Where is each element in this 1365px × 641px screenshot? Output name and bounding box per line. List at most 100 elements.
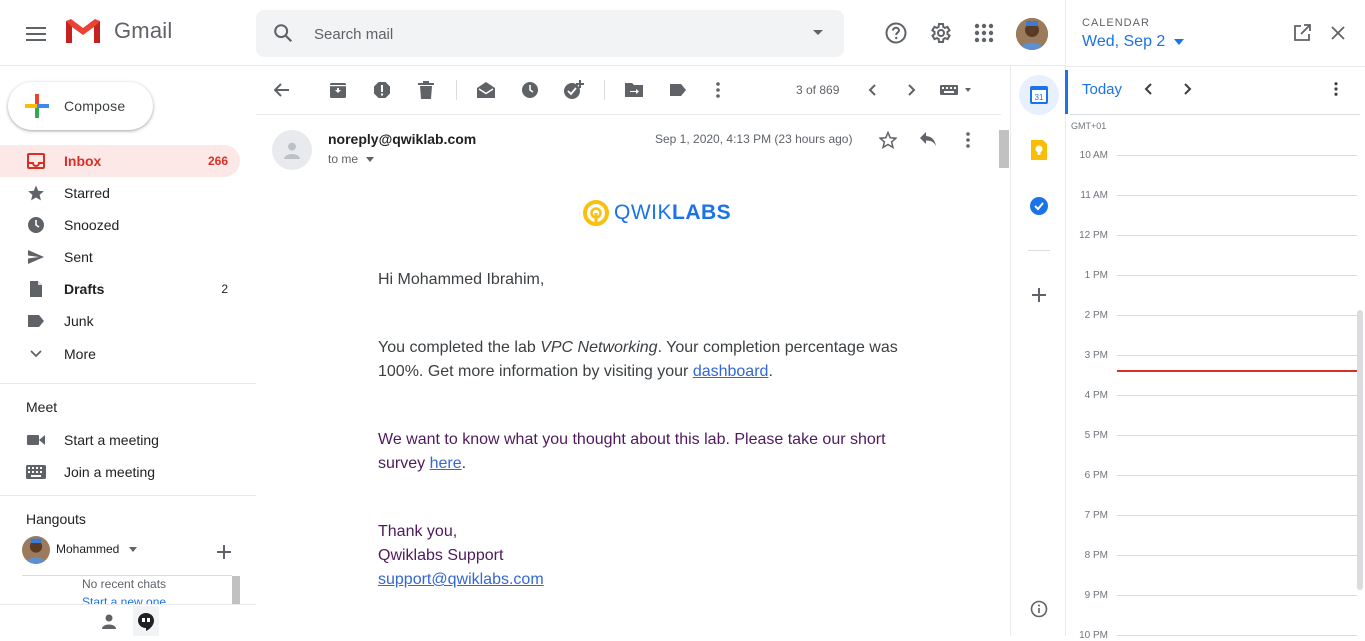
hour-label: 8 PM: [1084, 550, 1108, 561]
hangouts-section-title: Hangouts: [26, 511, 86, 527]
logo-text-qwik: QWIK: [614, 201, 672, 224]
sidebar-item-drafts[interactable]: Drafts 2: [0, 273, 240, 305]
previous-day-button[interactable]: [1144, 83, 1158, 97]
hour-label: 1 PM: [1084, 270, 1108, 281]
hangouts-quote-icon: [138, 613, 154, 631]
snooze-button[interactable]: [518, 78, 542, 102]
sidebar-item-starred[interactable]: Starred: [0, 177, 240, 209]
recipient-details[interactable]: to me: [328, 152, 375, 166]
account-avatar[interactable]: [1016, 18, 1048, 50]
clock-icon: [522, 82, 538, 98]
hour-gridline: [1117, 355, 1357, 356]
search-icon[interactable]: [272, 22, 294, 44]
support-button[interactable]: [879, 16, 913, 50]
hour-gridline: [1117, 155, 1357, 156]
message-more-button[interactable]: [956, 128, 980, 152]
support-email-link[interactable]: support@qwiklabs.com: [378, 571, 544, 588]
open-in-new-tab-button[interactable]: [1293, 24, 1315, 46]
apps-button[interactable]: [967, 16, 1001, 50]
mark-unread-button[interactable]: [474, 78, 498, 102]
user-photo-icon: [22, 536, 50, 564]
sidebar-item-more[interactable]: More: [0, 338, 240, 370]
calendar-panel-title: CALENDAR: [1082, 17, 1150, 29]
add-to-tasks-button[interactable]: [562, 78, 586, 102]
labels-button[interactable]: [666, 78, 690, 102]
sidebar-item-inbox[interactable]: Inbox 266: [0, 145, 240, 177]
drafts-count: 2: [221, 282, 228, 296]
star-button[interactable]: [876, 128, 900, 152]
star-outline-icon: [879, 131, 897, 149]
calendar-addon-button[interactable]: 31: [1019, 75, 1059, 115]
archive-icon: [330, 83, 346, 98]
main-menu-button[interactable]: [14, 12, 58, 56]
compose-button[interactable]: Compose: [8, 82, 153, 130]
hangouts-tab[interactable]: [133, 606, 159, 636]
dashboard-link[interactable]: dashboard: [693, 363, 769, 380]
next-day-button[interactable]: [1184, 83, 1198, 97]
search-input[interactable]: [312, 22, 792, 46]
back-button[interactable]: [270, 78, 294, 102]
keep-addon-button[interactable]: [1026, 137, 1052, 163]
draft-icon: [26, 279, 46, 299]
calendar-scrollbar[interactable]: [1357, 310, 1363, 590]
body-text: .: [768, 363, 773, 380]
close-panel-button[interactable]: [1331, 26, 1349, 44]
start-meeting-button[interactable]: Start a meeting: [0, 424, 240, 456]
hour-label: 10 AM: [1079, 150, 1108, 161]
body-text: You completed the lab: [378, 339, 541, 356]
show-side-panel-button[interactable]: [1026, 596, 1052, 622]
sender-email[interactable]: noreply@qwiklab.com: [328, 131, 476, 147]
calendar-date-selector[interactable]: Wed, Sep 2: [1082, 33, 1184, 51]
gmail-logo[interactable]: Gmail: [64, 17, 172, 45]
report-spam-button[interactable]: [370, 78, 394, 102]
sidebar-item-snoozed[interactable]: Snoozed: [0, 209, 240, 241]
search-bar[interactable]: [256, 10, 844, 57]
input-tools-button[interactable]: [938, 78, 974, 102]
reply-button[interactable]: [916, 128, 940, 152]
body-text: .: [461, 455, 467, 472]
tasks-addon-button[interactable]: [1026, 193, 1052, 219]
chat-list-scrollbar[interactable]: [232, 576, 240, 604]
search-options-icon[interactable]: [812, 29, 824, 37]
delete-button[interactable]: [414, 78, 438, 102]
caret-down-icon[interactable]: [129, 547, 137, 552]
signature-thanks: Thank you,: [378, 523, 458, 540]
get-addons-button[interactable]: [1026, 282, 1052, 308]
archive-button[interactable]: [326, 78, 350, 102]
sender-avatar[interactable]: [272, 130, 312, 170]
open-in-new-icon: [1294, 24, 1311, 41]
hangouts-avatar[interactable]: [22, 536, 50, 564]
hour-gridline: [1117, 435, 1357, 436]
hour-gridline: [1117, 555, 1357, 556]
add-task-icon: [564, 80, 584, 99]
more-actions-button[interactable]: [706, 78, 730, 102]
hour-label: 9 PM: [1084, 590, 1108, 601]
sidebar-item-sent[interactable]: Sent: [0, 241, 240, 273]
hour-label: 7 PM: [1084, 510, 1108, 521]
calendar-more-button[interactable]: [1334, 82, 1342, 98]
newer-button[interactable]: [860, 78, 884, 102]
caret-down-icon[interactable]: [366, 157, 375, 163]
hour-gridline: [1117, 595, 1357, 596]
hangouts-footer: [0, 604, 256, 636]
hour-label: 6 PM: [1084, 470, 1108, 481]
current-time-indicator: [1117, 370, 1357, 372]
add-chat-icon[interactable]: [217, 545, 231, 559]
person-icon[interactable]: [101, 613, 117, 629]
survey-link[interactable]: here: [430, 455, 462, 472]
toolbar-divider-line: [256, 114, 1001, 115]
chevron-down-icon: [26, 344, 46, 364]
join-meeting-button[interactable]: Join a meeting: [0, 456, 240, 488]
older-button[interactable]: [900, 78, 924, 102]
settings-button[interactable]: [923, 16, 957, 50]
move-to-button[interactable]: [622, 78, 646, 102]
message-scrollbar[interactable]: [999, 130, 1009, 168]
person-icon: [284, 142, 300, 159]
hour-label: 3 PM: [1084, 350, 1108, 361]
sidebar-item-label: Sent: [64, 249, 93, 265]
menu-icon: [26, 27, 46, 41]
hangouts-user-name[interactable]: Mohammed: [56, 542, 119, 556]
sidebar-item-label: More: [64, 346, 96, 362]
today-button[interactable]: Today: [1082, 81, 1122, 98]
sidebar-item-junk[interactable]: Junk: [0, 305, 240, 337]
